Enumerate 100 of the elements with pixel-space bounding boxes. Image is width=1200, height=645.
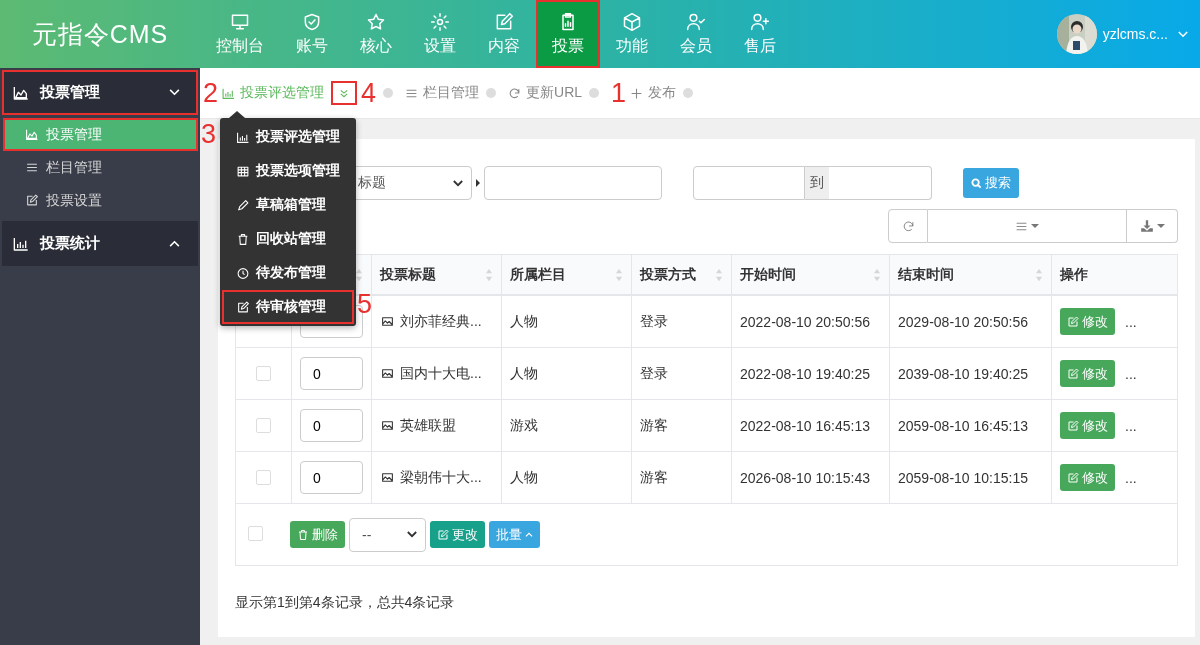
edit-icon	[1067, 471, 1079, 484]
annotation-number: 4	[361, 78, 377, 108]
column-header[interactable]: 结束时间	[889, 255, 1051, 295]
annotation-number: 5	[357, 289, 373, 319]
separator-dot	[683, 88, 694, 98]
table-cell: 2026-08-10 10:15:43	[731, 452, 889, 503]
column-header[interactable]: 投票方式	[631, 255, 731, 295]
sidebar-group[interactable]: 投票统计	[2, 221, 198, 266]
column-header[interactable]: 投票标题	[371, 255, 501, 295]
user-check-icon	[686, 11, 706, 32]
edit-icon	[1067, 419, 1079, 432]
sort-icon	[715, 267, 723, 282]
menu-toggle-button[interactable]	[331, 81, 358, 105]
table-cell: 人物	[501, 348, 631, 399]
select-all-checkbox[interactable]	[248, 525, 263, 541]
start-date-input[interactable]	[693, 166, 805, 200]
row-checkbox[interactable]	[256, 418, 271, 433]
menu-item[interactable]: 投票评选管理	[222, 120, 354, 154]
refresh-icon	[508, 86, 522, 100]
table-cell: 2059-08-10 10:15:15	[889, 452, 1051, 503]
range-separator: 到	[805, 166, 829, 200]
bar-chart-icon	[12, 235, 30, 252]
column-header[interactable]: 操作	[1051, 255, 1177, 295]
sidebar-item[interactable]: 栏目管理	[3, 151, 198, 184]
table-cell: 2039-08-10 19:40:25	[889, 348, 1051, 399]
sort-icon	[615, 267, 623, 282]
column-header[interactable]: 所属栏目	[501, 255, 631, 295]
list-icon	[25, 161, 39, 174]
edit-icon	[1067, 367, 1079, 380]
trash-icon	[297, 528, 309, 541]
table-cell: 英雄联盟	[371, 400, 501, 451]
refresh-button[interactable]	[888, 209, 928, 243]
table-cell: 2022-08-10 16:45:13	[731, 400, 889, 451]
table-cell: 人物	[501, 452, 631, 503]
star-icon	[366, 11, 386, 32]
sort-icon	[873, 267, 881, 282]
nav-tab[interactable]: 投票	[536, 0, 600, 68]
image-icon	[380, 471, 395, 484]
menu-item[interactable]: 回收站管理	[222, 222, 354, 256]
chevron-down-icon	[169, 89, 180, 96]
separator-dot	[383, 88, 394, 98]
separator-dot	[486, 88, 497, 98]
settings-icon	[430, 11, 450, 32]
sort-icon	[1035, 267, 1043, 282]
edit-icon	[236, 300, 250, 314]
order-input[interactable]: 0	[300, 409, 363, 442]
row-checkbox[interactable]	[256, 470, 271, 485]
menu-item[interactable]: 待审核管理	[222, 290, 354, 324]
download-icon	[1139, 219, 1154, 233]
end-date-input[interactable]	[829, 166, 932, 200]
chevron-down-icon	[453, 179, 463, 187]
sidebar-item[interactable]: 投票设置	[3, 184, 198, 217]
area-chart-icon	[12, 84, 30, 101]
edit-icon	[437, 528, 449, 541]
row-checkbox[interactable]	[256, 366, 271, 381]
column-header[interactable]: 开始时间	[731, 255, 889, 295]
more-link[interactable]: ...	[1125, 469, 1137, 486]
double-chevron-icon	[340, 88, 349, 98]
annotation-number: 3	[201, 119, 217, 149]
menu-item[interactable]: 待发布管理	[222, 256, 354, 290]
separator-dot	[589, 88, 600, 98]
edit-icon	[25, 194, 39, 207]
order-input[interactable]: 0	[300, 357, 363, 390]
more-link[interactable]: ...	[1125, 313, 1137, 330]
plus-icon	[630, 86, 644, 100]
table-cell: 人物	[501, 296, 631, 347]
breadcrumb-link[interactable]: 栏目管理	[405, 84, 480, 102]
export-button[interactable]	[1127, 209, 1178, 243]
keyword-input[interactable]	[484, 166, 662, 200]
batch-select[interactable]: --	[349, 517, 426, 552]
more-link[interactable]: ...	[1125, 365, 1137, 382]
table-cell: 2022-08-10 19:40:25	[731, 348, 889, 399]
sidebar-group[interactable]: 投票管理	[2, 70, 198, 115]
annotation-number: 1	[611, 78, 627, 108]
table-cell: 2059-08-10 16:45:13	[889, 400, 1051, 451]
bar-chart-icon	[222, 86, 236, 100]
caret-icon	[1156, 224, 1165, 228]
table-cell: 登录	[631, 296, 731, 347]
caret-icon	[476, 179, 480, 187]
table-cell: 游客	[631, 400, 731, 451]
app-logo: 元指令CMS	[30, 18, 170, 50]
edit-icon	[1067, 315, 1079, 328]
chevron-up-icon	[169, 240, 180, 247]
table-icon	[236, 164, 250, 178]
chevron-up-icon	[525, 532, 533, 537]
image-icon	[380, 419, 395, 432]
order-input[interactable]: 0	[300, 461, 363, 494]
search-icon	[971, 177, 982, 189]
more-link[interactable]: ...	[1125, 417, 1137, 434]
refresh-icon	[901, 219, 915, 233]
clock-icon	[236, 266, 250, 280]
table-cell: 2022-08-10 20:50:56	[731, 296, 889, 347]
sort-icon	[485, 267, 493, 282]
breadcrumb-link[interactable]: 发布	[630, 84, 677, 102]
shield-check-icon	[302, 11, 322, 32]
pencil-icon	[236, 198, 250, 212]
table-cell: 国内十大电...	[371, 348, 501, 399]
caret-icon	[1031, 224, 1039, 228]
breadcrumb-link[interactable]: 更新URL	[508, 84, 583, 102]
image-icon	[380, 367, 395, 380]
